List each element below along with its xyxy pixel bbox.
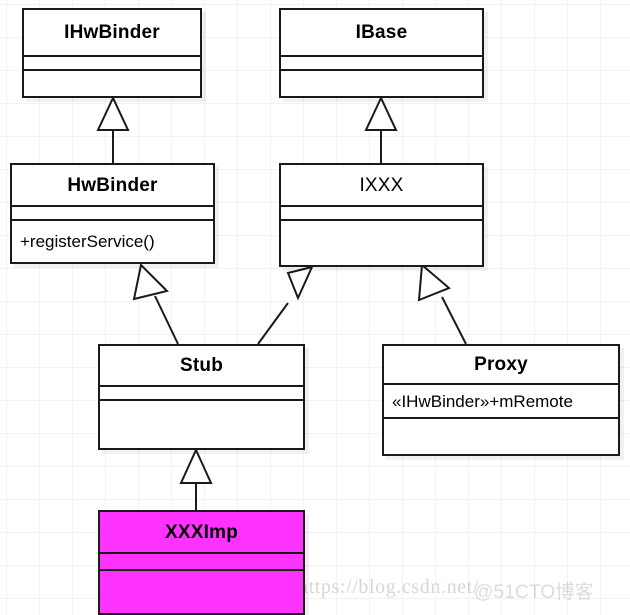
class-box-ibase[interactable]: IBase [279,8,484,98]
class-box-hwbinder[interactable]: HwBinder +registerService() [10,163,215,264]
class-title: IBase [355,22,408,43]
class-attributes-compartment [12,207,213,221]
class-operations-compartment [384,419,618,454]
class-name-compartment: IBase [281,10,482,57]
class-name-compartment: HwBinder [12,165,213,207]
class-title: XXXImp [165,521,238,543]
class-attribute-text: «IHwBinder»+mRemote [392,391,573,411]
class-box-xxximp[interactable]: XXXImp [98,510,305,615]
class-title: HwBinder [67,174,158,196]
class-title: IHwBinder [64,22,160,43]
class-name-compartment: IXXX [281,165,482,207]
class-attributes-compartment [100,554,303,571]
class-attributes-compartment: «IHwBinder»+mRemote [384,385,618,419]
class-box-stub[interactable]: Stub [98,344,305,450]
class-attributes-compartment [100,387,303,401]
class-operations-compartment [281,221,482,265]
class-operation-text: +registerService() [20,232,155,251]
class-box-ihwbinder[interactable]: IHwBinder [22,8,202,98]
class-operations-compartment: +registerService() [12,221,213,262]
relationship-proxy-ixxx [417,262,467,345]
class-attributes-compartment [24,57,200,71]
class-box-ixxx[interactable]: IXXX [279,163,484,267]
diagram-canvas: IHwBinder IBase HwBinder +registerServic… [0,0,630,615]
class-name-compartment: Proxy [384,346,618,385]
class-title: Stub [179,355,223,376]
class-title: IXXX [359,174,404,196]
class-name-compartment: XXXImp [100,512,303,554]
class-name-compartment: IHwBinder [24,10,200,57]
class-operations-compartment [100,401,303,448]
class-operations-compartment [281,71,482,96]
class-name-compartment: Stub [100,346,303,387]
class-box-proxy[interactable]: Proxy «IHwBinder»+mRemote [382,344,620,456]
class-operations-compartment [100,571,303,613]
class-attributes-compartment [281,57,482,71]
class-title: Proxy [474,354,528,375]
relationship-hwbinder-ihwbinder [96,95,130,163]
relationship-stub-ixxx [257,265,314,345]
class-attributes-compartment [281,207,482,221]
class-operations-compartment [24,71,200,96]
relationship-xxximp-stub [179,447,213,510]
relationship-ixxx-ibase [364,95,398,163]
relationship-stub-hwbinder [132,262,179,345]
